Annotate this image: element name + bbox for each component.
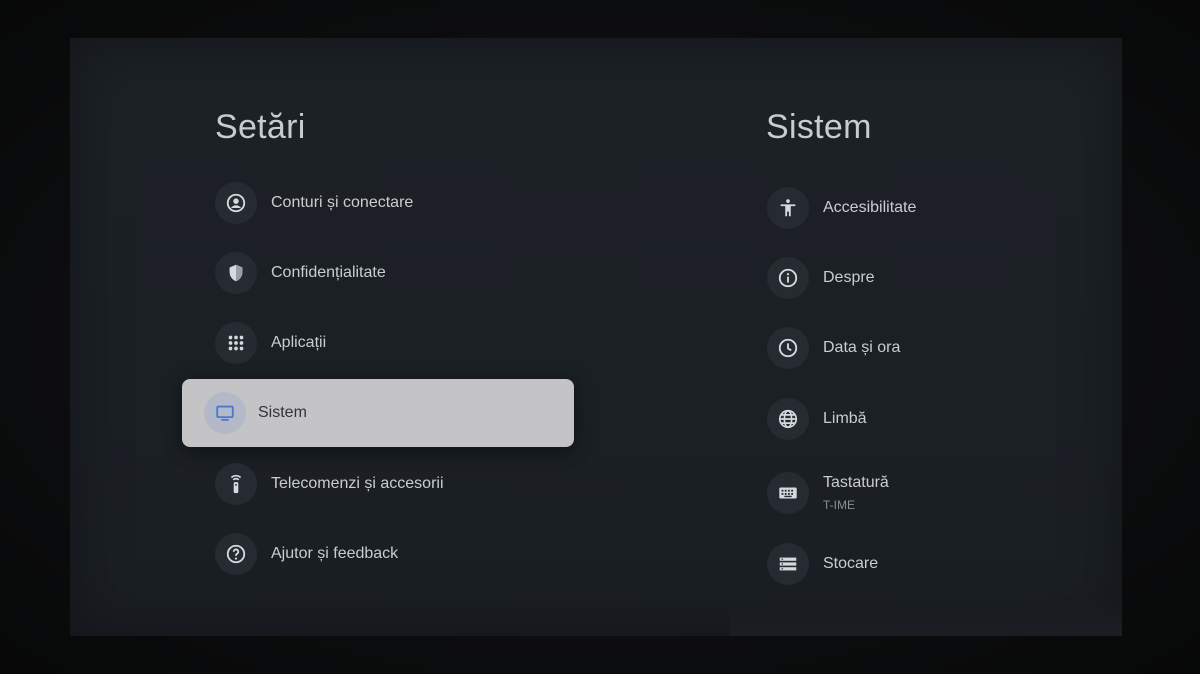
menu-item-apps[interactable]: Aplicații [215, 313, 326, 373]
page-title: Setări [215, 108, 306, 146]
info-icon [767, 257, 809, 299]
menu-item-accounts[interactable]: Conturi și conectare [215, 173, 413, 233]
shield-icon [215, 252, 257, 294]
submenu-item-keyboard[interactable]: Tastatură T-IME [767, 463, 889, 523]
submenu-item-label: Despre [823, 269, 875, 286]
scroll-fade-overlay [730, 598, 1122, 636]
submenu-item-sublabel: T-IME [823, 498, 855, 512]
help-icon [215, 533, 257, 575]
submenu-item-label: Stocare [823, 555, 879, 572]
panel-title: Sistem [766, 108, 872, 146]
menu-item-label: Sistem [258, 404, 307, 421]
submenu-item-label: Data și ora [823, 339, 901, 356]
accessibility-icon [767, 187, 809, 229]
submenu-item-about[interactable]: Despre [767, 248, 875, 308]
submenu-item-accessibility[interactable]: Accesibilitate [767, 178, 916, 238]
menu-item-label: Conturi și conectare [271, 194, 414, 211]
menu-item-label: Aplicații [271, 334, 327, 351]
menu-item-system-selected[interactable]: Sistem [182, 379, 574, 447]
submenu-item-label: Limbă [823, 410, 867, 427]
account-circle-icon [215, 182, 257, 224]
menu-item-label: Ajutor și feedback [271, 545, 399, 562]
menu-item-privacy[interactable]: Confidențialitate [215, 243, 386, 303]
menu-item-help[interactable]: Ajutor și feedback [215, 524, 398, 584]
submenu-item-language[interactable]: Limbă [767, 389, 867, 449]
submenu-item-label: Tastatură [823, 474, 889, 491]
apps-grid-icon [215, 322, 257, 364]
menu-item-label: Confidențialitate [271, 264, 386, 281]
clock-icon [767, 327, 809, 369]
keyboard-icon [767, 472, 809, 514]
submenu-item-storage[interactable]: Stocare [767, 534, 878, 594]
globe-icon [767, 398, 809, 440]
tv-icon [204, 392, 246, 434]
submenu-item-date-time[interactable]: Data și ora [767, 318, 900, 378]
menu-item-remotes[interactable]: Telecomenzi și accesorii [215, 454, 444, 514]
menu-item-label: Telecomenzi și accesorii [271, 475, 444, 492]
remote-icon [215, 463, 257, 505]
submenu-item-label: Accesibilitate [823, 199, 917, 216]
settings-screen: Setări Conturi și conectare Confidențial… [70, 38, 1122, 636]
storage-icon [767, 543, 809, 585]
